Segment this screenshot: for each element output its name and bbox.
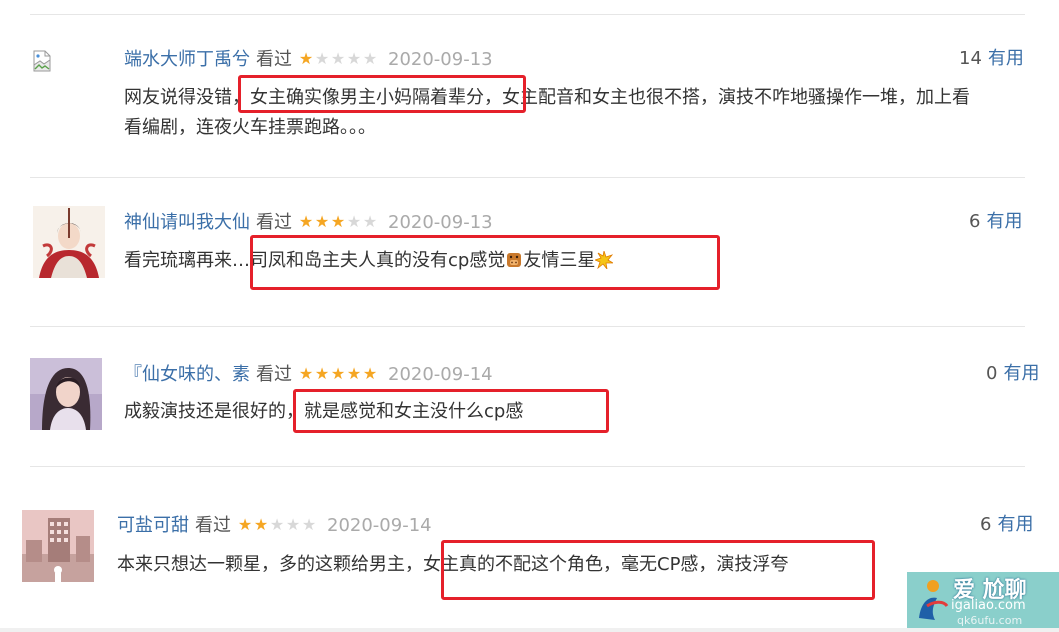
star-icon: ★ (314, 212, 330, 231)
author-link[interactable]: 『仙女味的、素 (124, 364, 250, 385)
star-icon: ★ (298, 212, 314, 231)
star-icon: ★ (330, 49, 346, 68)
author-link[interactable]: 神仙请叫我大仙 (124, 212, 250, 233)
star-icon: ★ (362, 212, 378, 231)
avatar[interactable] (22, 510, 94, 582)
comment-date: 2020-09-13 (388, 212, 493, 233)
useful-vote[interactable]: 6 有用 (980, 513, 1033, 537)
comment-list-panel: 端水大师丁禹兮 看过 ★ ★ ★ ★ ★ 2020-09-13 14 有用 网友说得没错，女主确… (0, 0, 1059, 628)
star-icon: ★ (362, 364, 378, 383)
comment-date: 2020-09-14 (327, 515, 432, 536)
star-icon: ★ (346, 212, 362, 231)
comment-date: 2020-09-13 (388, 49, 493, 70)
comment-meta: 『仙女味的、素 看过 ★ ★ ★ ★ ★ 2020-09-14 (124, 362, 493, 387)
star-icon: ★ (298, 49, 314, 68)
star-icon: ★ (314, 49, 330, 68)
useful-count: 0 (986, 363, 998, 384)
useful-vote[interactable]: 0 有用 (986, 362, 1039, 386)
divider (30, 177, 1025, 178)
highlight-box (238, 75, 526, 113)
star-icon: ★ (314, 364, 330, 383)
star-icon: ★ (330, 364, 346, 383)
star-icon: ★ (237, 515, 253, 534)
watermark-sub: qk6ufu.com (957, 614, 1023, 627)
avatar[interactable] (33, 206, 105, 278)
useful-count: 14 (959, 48, 982, 69)
watched-label: 看过 (256, 212, 292, 233)
star-icon: ★ (269, 515, 285, 534)
star-icon: ★ (253, 515, 269, 534)
star-icon: ★ (301, 515, 317, 534)
screenshot-background: 端水大师丁禹兮 看过 ★ ★ ★ ★ ★ 2020-09-13 14 有用 网友说得没错，女主确… (0, 0, 1059, 628)
useful-button[interactable]: 有用 (986, 211, 1022, 232)
useful-button[interactable]: 有用 (1003, 363, 1039, 384)
highlight-box (441, 540, 875, 600)
useful-button[interactable]: 有用 (988, 48, 1024, 69)
illustrated-portrait-avatar (33, 206, 105, 278)
divider (30, 466, 1025, 467)
star-icon: ★ (346, 364, 362, 383)
useful-vote[interactable]: 6 有用 (969, 210, 1022, 234)
rating-stars: ★ ★ ★ ★ ★ (298, 362, 378, 386)
useful-vote[interactable]: 14 有用 (959, 47, 1024, 71)
city-photo-avatar (22, 510, 94, 582)
divider (30, 326, 1025, 327)
comment-meta: 端水大师丁禹兮 看过 ★ ★ ★ ★ ★ 2020-09-13 (124, 47, 493, 72)
author-link[interactable]: 端水大师丁禹兮 (124, 49, 250, 70)
watched-label: 看过 (195, 515, 231, 536)
star-icon: ★ (298, 364, 314, 383)
avatar[interactable] (30, 358, 102, 430)
watched-label: 看过 (256, 49, 292, 70)
broken-image-icon (32, 50, 52, 72)
highlight-box (250, 235, 720, 290)
person-logo-icon (927, 580, 939, 592)
author-link[interactable]: 可盐可甜 (117, 515, 189, 536)
watermark-url: igaliao.com (951, 598, 1026, 613)
rating-stars: ★ ★ ★ ★ ★ (298, 210, 378, 234)
watermark: 爱 尬聊 igaliao.com qk6ufu.com (907, 566, 1059, 628)
photo-portrait-avatar (30, 358, 102, 430)
star-icon: ★ (285, 515, 301, 534)
star-icon: ★ (330, 212, 346, 231)
star-icon: ★ (346, 49, 362, 68)
useful-count: 6 (969, 211, 981, 232)
rating-stars: ★ ★ ★ ★ ★ (298, 47, 378, 71)
useful-count: 6 (980, 514, 992, 535)
watched-label: 看过 (256, 364, 292, 385)
divider (30, 14, 1025, 15)
comment-date: 2020-09-14 (388, 364, 493, 385)
comment-text-line: 看编剧，连夜火车挂票跑路。。。 (124, 117, 376, 138)
useful-button[interactable]: 有用 (997, 514, 1033, 535)
star-icon: ★ (362, 49, 378, 68)
comment-meta: 神仙请叫我大仙 看过 ★ ★ ★ ★ ★ 2020-09-13 (124, 210, 493, 235)
highlight-box (293, 389, 609, 433)
rating-stars: ★ ★ ★ ★ ★ (237, 513, 317, 537)
comment-meta: 可盐可甜 看过 ★ ★ ★ ★ ★ 2020-09-14 (117, 513, 432, 538)
